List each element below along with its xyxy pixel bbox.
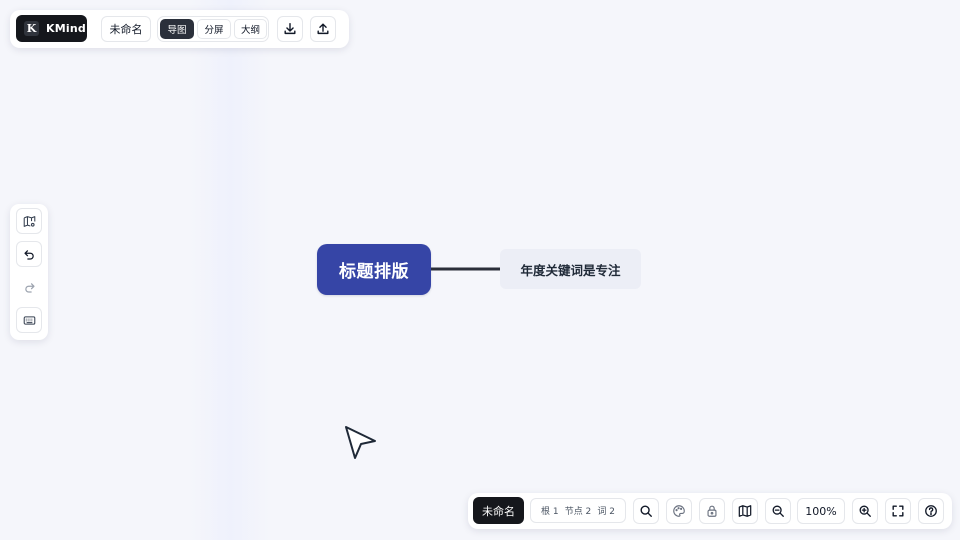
document-name-badge[interactable]: 未命名: [473, 497, 524, 524]
fullscreen-button[interactable]: [885, 498, 911, 524]
pointer-cursor-icon: [345, 426, 376, 459]
zoom-out-icon: [772, 505, 784, 517]
redo-button[interactable]: [16, 274, 42, 300]
left-toolbar: [10, 204, 48, 340]
undo-button[interactable]: [16, 241, 42, 267]
view-mode-switcher: 导图 分屏 大纲: [157, 16, 269, 42]
keyboard-icon: [23, 315, 35, 325]
child-node[interactable]: 年度关键词是专注: [500, 249, 641, 289]
map-settings-button[interactable]: [16, 208, 42, 234]
undo-icon: [23, 249, 34, 260]
upload-icon: [317, 23, 329, 35]
download-icon: [284, 23, 296, 35]
redo-icon: [24, 282, 35, 293]
map-settings-icon: [23, 215, 35, 227]
keyboard-shortcuts-button[interactable]: [16, 307, 42, 333]
app-logo[interactable]: K KMind: [16, 15, 87, 42]
zoom-level-display[interactable]: 100%: [797, 498, 845, 524]
view-mode-outline-tab[interactable]: 大纲: [234, 19, 267, 39]
node-link-line: [431, 267, 501, 271]
root-node[interactable]: 标题排版: [317, 244, 431, 295]
top-toolbar: K KMind 未命名 导图 分屏 大纲: [10, 10, 349, 48]
stat-word-count: 词 2: [597, 507, 615, 517]
map-icon: [738, 505, 752, 517]
fullscreen-icon: [892, 505, 904, 517]
logo-mark-icon: K: [24, 21, 39, 36]
stat-node-count: 节点 2: [564, 507, 592, 517]
theme-button[interactable]: [666, 498, 692, 524]
zoom-in-icon: [859, 505, 871, 517]
zoom-in-button[interactable]: [852, 498, 878, 524]
help-button[interactable]: [918, 498, 944, 524]
download-button[interactable]: [277, 16, 303, 42]
upload-button[interactable]: [310, 16, 336, 42]
help-icon: [925, 505, 937, 517]
search-icon: [640, 505, 652, 517]
view-mode-mindmap-tab[interactable]: 导图: [160, 19, 194, 39]
canvas-highlight-band: [190, 0, 270, 540]
lock-button[interactable]: [699, 498, 725, 524]
bottom-toolbar: 未命名 根 1 节点 2 词 2 100%: [468, 493, 952, 529]
minimap-button[interactable]: [732, 498, 758, 524]
app-name: KMind: [46, 22, 86, 35]
zoom-out-button[interactable]: [765, 498, 791, 524]
search-button[interactable]: [633, 498, 659, 524]
palette-icon: [673, 505, 685, 517]
view-mode-split-tab[interactable]: 分屏: [197, 19, 231, 39]
document-name-button[interactable]: 未命名: [101, 16, 151, 42]
lock-icon: [707, 505, 717, 517]
document-stats: 根 1 节点 2 词 2: [530, 498, 626, 523]
stat-root-count: 根 1: [541, 507, 559, 517]
